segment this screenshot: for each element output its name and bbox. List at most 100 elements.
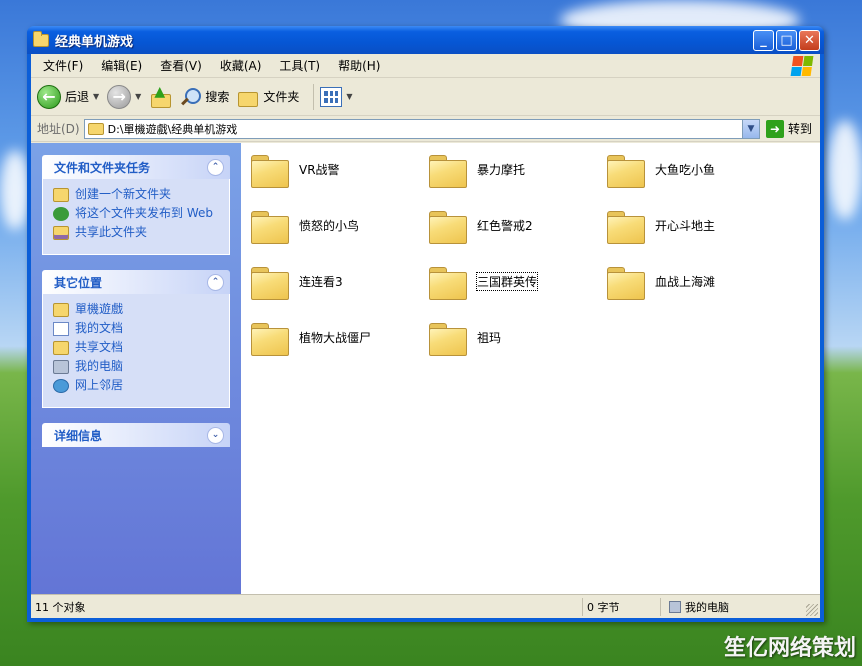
computer-icon [669, 600, 681, 613]
task-publish-web[interactable]: 将这个文件夹发布到 Web [53, 206, 219, 221]
object-count-text: 11 个对象 [35, 600, 86, 614]
menu-favorites[interactable]: 收藏(A) [214, 57, 268, 74]
folder-item[interactable]: 开心斗地主 [607, 209, 777, 244]
folder-item[interactable]: 植物大战僵尸 [251, 321, 421, 356]
size-text: 0 字节 [587, 600, 620, 614]
folder-name: 三国群英传 [475, 271, 539, 291]
resize-grip[interactable] [806, 604, 818, 616]
address-bar: 地址(D) D:\單機遊戲\经典单机游戏 ▼ ➜ 转到 [31, 116, 820, 142]
menu-view[interactable]: 查看(V) [154, 57, 208, 74]
views-icon [320, 86, 343, 107]
other-places-title: 其它位置 [54, 275, 103, 290]
back-arrow-icon: ← [37, 84, 61, 109]
maximize-button[interactable]: □ [776, 30, 797, 51]
place-shared-documents[interactable]: 共享文档 [53, 340, 219, 355]
forward-button[interactable]: → ▼ [107, 84, 141, 109]
folder-icon [251, 153, 289, 188]
folder-icon [607, 265, 645, 300]
new-folder-icon [53, 188, 69, 202]
task-share-folder[interactable]: 共享此文件夹 [53, 225, 219, 240]
folder-icon [251, 209, 289, 244]
other-places-header[interactable]: 其它位置 ⌃ [42, 270, 230, 294]
title-bar[interactable]: 经典单机游戏 _ □ ✕ [27, 26, 824, 54]
place-network[interactable]: 网上邻居 [53, 378, 219, 393]
menu-bar: 文件(F) 编辑(E) 查看(V) 收藏(A) 工具(T) 帮助(H) [31, 54, 820, 78]
menu-tools[interactable]: 工具(T) [273, 57, 326, 74]
details-header[interactable]: 详细信息 ⌄ [42, 423, 230, 447]
expand-icon[interactable]: ⌄ [207, 426, 224, 444]
explorer-window: 经典单机游戏 _ □ ✕ 文件(F) 编辑(E) 查看(V) 收藏(A) 工具(… [27, 26, 824, 622]
folder-item[interactable]: 血战上海滩 [607, 265, 777, 300]
folder-name: 血战上海滩 [655, 274, 716, 289]
folder-item[interactable]: 三国群英传 [429, 265, 599, 300]
address-dropdown-icon[interactable]: ▼ [741, 119, 759, 138]
desktop-cloud [0, 150, 30, 230]
publish-web-icon [53, 207, 69, 221]
search-button[interactable]: 搜索 [179, 86, 229, 108]
computer-icon [53, 360, 69, 374]
menu-edit[interactable]: 编辑(E) [95, 57, 148, 74]
other-places-body: 單機遊戲 我的文档 共享文档 我的电脑 网上邻居 [42, 294, 230, 408]
body-area: 文件和文件夹任务 ⌃ 创建一个新文件夹 将这个文件夹发布到 Web 共享此文件夹… [31, 143, 820, 594]
up-folder-icon [149, 84, 172, 108]
folder-icon [251, 321, 289, 356]
folder-item[interactable]: 愤怒的小鸟 [251, 209, 421, 244]
task-new-folder[interactable]: 创建一个新文件夹 [53, 187, 219, 202]
window-title: 经典单机游戏 [55, 34, 134, 50]
folder-item[interactable]: 红色警戒2 [429, 209, 599, 244]
views-dropdown-icon[interactable]: ▼ [346, 92, 352, 101]
share-folder-icon [53, 226, 69, 240]
collapse-icon[interactable]: ⌃ [207, 273, 224, 291]
task-pane: 文件和文件夹任务 ⌃ 创建一个新文件夹 将这个文件夹发布到 Web 共享此文件夹… [31, 143, 241, 594]
folder-icon [429, 209, 467, 244]
folder-name: 开心斗地主 [655, 218, 716, 233]
details-panel: 详细信息 ⌄ [42, 423, 230, 447]
toolbar-separator [313, 83, 315, 110]
folder-item[interactable]: VR战警 [251, 153, 421, 188]
address-label: 地址(D) [37, 122, 80, 136]
desktop-cloud [828, 120, 862, 220]
folder-icon [607, 209, 645, 244]
file-tasks-body: 创建一个新文件夹 将这个文件夹发布到 Web 共享此文件夹 [42, 179, 230, 255]
folder-item[interactable]: 祖玛 [429, 321, 599, 356]
folders-button[interactable]: 文件夹 [237, 88, 299, 107]
place-label: 网上邻居 [75, 378, 124, 392]
status-location: 我的电脑 [661, 598, 811, 616]
status-size: 0 字节 [583, 597, 661, 616]
place-label: 共享文档 [75, 340, 124, 354]
folder-icon [429, 321, 467, 356]
menu-file[interactable]: 文件(F) [37, 57, 89, 74]
folder-icon [429, 265, 467, 300]
address-input[interactable]: D:\單機遊戲\经典单机游戏 ▼ [83, 118, 760, 139]
go-button[interactable]: ➜ 转到 [765, 119, 812, 138]
place-my-computer[interactable]: 我的电脑 [53, 359, 219, 374]
place-label: 我的电脑 [75, 359, 124, 373]
minimize-button[interactable]: _ [753, 30, 774, 51]
place-parent-folder[interactable]: 單機遊戲 [53, 302, 219, 317]
task-label: 将这个文件夹发布到 Web [75, 206, 213, 220]
up-button[interactable] [149, 84, 172, 108]
task-label: 创建一个新文件夹 [75, 187, 172, 201]
folder-item[interactable]: 连连看3 [251, 265, 421, 300]
location-text: 我的电脑 [685, 600, 729, 614]
close-button[interactable]: ✕ [799, 30, 820, 51]
window-client: 文件(F) 编辑(E) 查看(V) 收藏(A) 工具(T) 帮助(H) ← 后退… [31, 54, 820, 618]
place-my-documents[interactable]: 我的文档 [53, 321, 219, 336]
file-tasks-panel: 文件和文件夹任务 ⌃ 创建一个新文件夹 将这个文件夹发布到 Web 共享此文件夹 [42, 155, 230, 255]
collapse-icon[interactable]: ⌃ [207, 158, 224, 176]
views-button[interactable]: ▼ [320, 86, 353, 107]
back-button[interactable]: ← 后退 ▼ [37, 84, 99, 109]
place-label: 單機遊戲 [75, 302, 124, 316]
toolbar: ← 后退 ▼ → ▼ 搜索 文件夹 ▼ [31, 78, 820, 116]
folder-item[interactable]: 大鱼吃小鱼 [607, 153, 777, 188]
network-icon [53, 379, 69, 393]
back-dropdown-icon[interactable]: ▼ [93, 92, 99, 101]
folder-icon [251, 265, 289, 300]
menu-help[interactable]: 帮助(H) [332, 57, 386, 74]
forward-dropdown-icon[interactable]: ▼ [135, 92, 141, 101]
watermark: 笙亿网络策划 [723, 636, 856, 661]
folders-icon [237, 88, 259, 107]
file-tasks-header[interactable]: 文件和文件夹任务 ⌃ [42, 155, 230, 179]
folder-icon [87, 122, 104, 135]
folder-item[interactable]: 暴力摩托 [429, 153, 599, 188]
